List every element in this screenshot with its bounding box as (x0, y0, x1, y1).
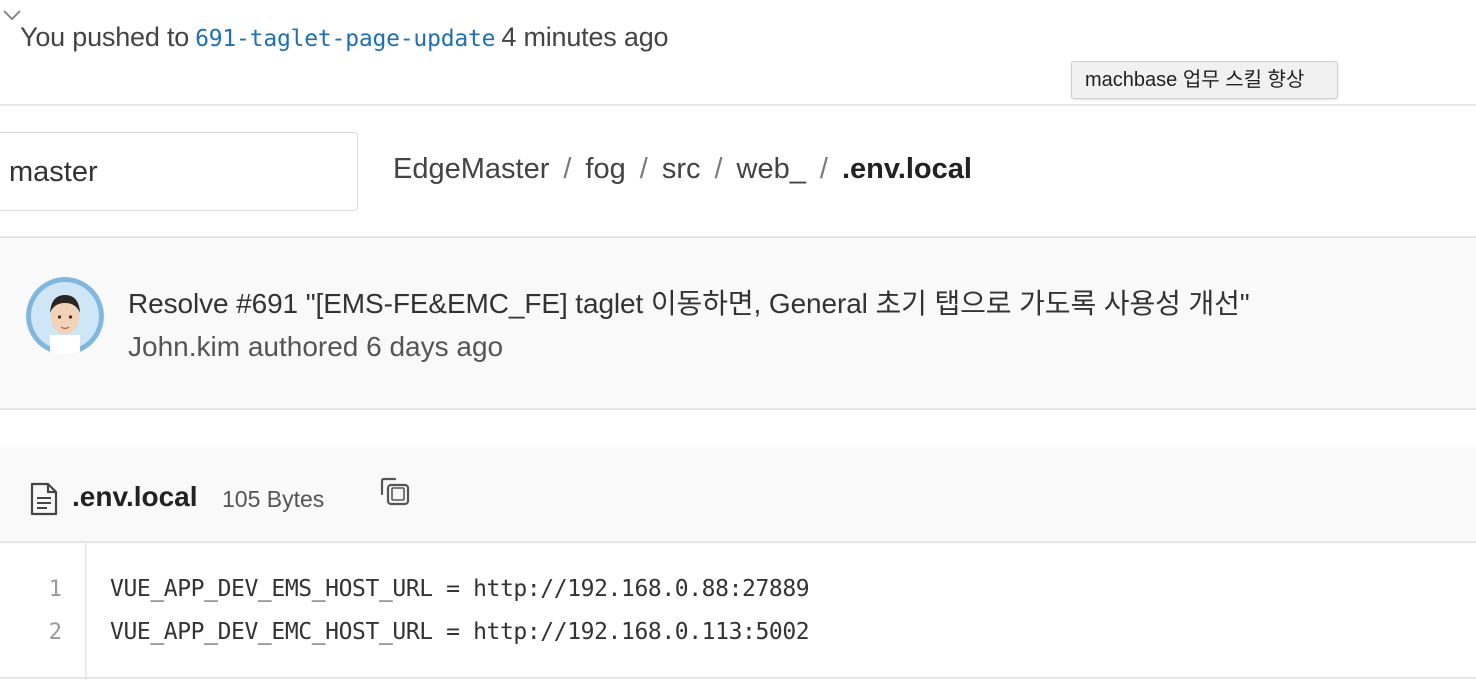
line-number[interactable]: 2 (0, 620, 62, 645)
tooltip: machbase 업무 스킬 향상 (1071, 61, 1338, 99)
last-commit-panel (0, 236, 1476, 410)
push-time: 4 minutes ago (501, 22, 669, 52)
breadcrumb: EdgeMaster / fog / src / web_ / .env.loc… (393, 153, 972, 186)
divider (0, 677, 1476, 679)
file-name: .env.local (72, 481, 198, 512)
commit-title[interactable]: Resolve #691 "[EMS-FE&EMC_FE] taglet 이동하… (128, 282, 1250, 322)
push-prefix: You pushed to (20, 22, 190, 52)
file-text-icon (30, 482, 58, 516)
push-message: You pushed to 691-taglet-page-update 4 min… (20, 22, 669, 53)
breadcrumb-item-fog[interactable]: fog (585, 153, 625, 186)
breadcrumb-separator: / (714, 153, 723, 185)
breadcrumb-current-file: .env.local (841, 153, 972, 185)
branch-selector-value: master (9, 156, 98, 188)
line-number-gutter (0, 543, 87, 680)
breadcrumb-separator: / (563, 153, 572, 185)
commit-author-meta: John.kim authored 6 days ago (128, 331, 504, 362)
code-line: VUE_APP_DEV_EMC_HOST_URL = http://192.16… (110, 619, 810, 645)
breadcrumb-separator: / (639, 153, 648, 185)
breadcrumb-separator: / (819, 153, 828, 185)
breadcrumb-item-src[interactable]: src (662, 153, 701, 186)
code-line: VUE_APP_DEV_EMS_HOST_URL = http://192.16… (110, 576, 810, 602)
branch-selector[interactable]: master (0, 132, 358, 211)
pushed-branch-link[interactable]: 691-taglet-page-update (189, 26, 501, 52)
breadcrumb-item-web[interactable]: web_ (737, 153, 806, 186)
file-size: 105 Bytes (222, 486, 325, 512)
copy-icon[interactable] (379, 477, 413, 507)
line-number[interactable]: 1 (0, 577, 62, 602)
breadcrumb-item-edgemaster[interactable]: EdgeMaster (393, 153, 549, 186)
avatar[interactable] (26, 277, 104, 355)
